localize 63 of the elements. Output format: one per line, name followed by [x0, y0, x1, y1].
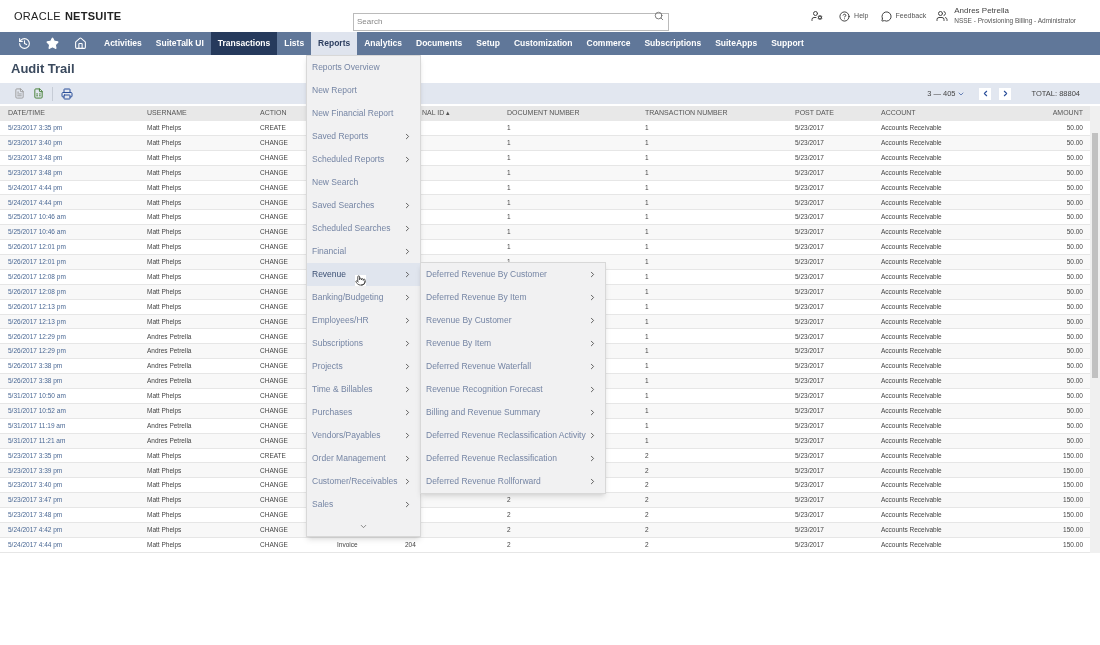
menu-item[interactable]: Deferred Revenue Reclassification [421, 447, 605, 470]
logo[interactable]: ORACLE NETSUITE [14, 7, 353, 25]
nav-tab[interactable]: Analytics [357, 32, 410, 55]
menu-item[interactable]: Deferred Revenue Waterfall [421, 355, 605, 378]
menu-item[interactable]: Deferred Revenue Reclassification Activity [421, 424, 605, 447]
menu-item[interactable]: Revenue By Item [421, 332, 605, 355]
nav-tab[interactable]: Support [764, 32, 811, 55]
user-icon[interactable] [936, 10, 949, 22]
history-icon[interactable] [18, 37, 31, 50]
nav-tab[interactable]: Lists [277, 32, 312, 55]
menu-item[interactable]: Deferred Revenue By Customer [421, 263, 605, 286]
menu-item[interactable]: Billing and Revenue Summary [421, 401, 605, 424]
nav-tab[interactable]: Documents [409, 32, 470, 55]
menu-item[interactable]: Order Management [307, 447, 420, 470]
menu-item[interactable]: New Report [307, 79, 420, 102]
menu-item[interactable]: Employees/HR [307, 309, 420, 332]
menu-item[interactable]: Subscriptions [307, 332, 420, 355]
search-icon[interactable] [654, 11, 664, 21]
menu-item[interactable]: Financial [307, 240, 420, 263]
previous-page-button[interactable] [979, 87, 992, 100]
menu-item[interactable]: Saved Searches [307, 194, 420, 217]
spreadsheet-icon[interactable] [33, 88, 44, 99]
menu-item[interactable]: Time & Billables [307, 378, 420, 401]
help-icon[interactable] [839, 10, 851, 22]
nav-tab[interactable]: Activities [97, 32, 149, 55]
menu-item[interactable]: Revenue Recognition Forecast [421, 378, 605, 401]
nav-tab[interactable]: Customization [506, 32, 580, 55]
menu-item[interactable]: Vendors/Payables [307, 424, 420, 447]
hand-cursor-icon [355, 275, 366, 286]
scrollbar[interactable] [1090, 106, 1100, 553]
menu-item[interactable]: Sales [307, 493, 420, 516]
feedback-icon[interactable] [880, 10, 892, 22]
chevron-left-icon [981, 89, 990, 98]
menu-item[interactable]: Banking/Budgeting [307, 286, 420, 309]
nav-tab[interactable]: Reports [311, 32, 358, 55]
nav-tab[interactable]: SuiteTalk UI [148, 32, 211, 55]
menu-item[interactable]: Revenue [307, 263, 420, 286]
menu-item[interactable]: Scheduled Reports [307, 148, 420, 171]
nav-tab[interactable]: Subscriptions [637, 32, 709, 55]
nav-tab[interactable]: Commerce [579, 32, 638, 55]
search-field[interactable]: Search [353, 12, 669, 31]
menu-item[interactable]: Deferred Revenue Rollforward [421, 470, 605, 493]
page-title: Audit Trail [11, 60, 75, 79]
nav-tab[interactable]: SuiteApps [708, 32, 765, 55]
menu-item[interactable]: Revenue By Customer [421, 309, 605, 332]
home-icon[interactable] [74, 37, 87, 50]
menu-item[interactable]: Customer/Receivables [307, 470, 420, 493]
next-page-button[interactable] [999, 87, 1012, 100]
chevron-right-icon [1001, 89, 1010, 98]
menu-item[interactable]: New Financial Report [307, 102, 420, 125]
menu-item[interactable]: Deferred Revenue By Item [421, 286, 605, 309]
nav-tab[interactable]: Transactions [210, 32, 278, 55]
menu-item[interactable]: Projects [307, 355, 420, 378]
user-switch-icon[interactable] [811, 10, 824, 22]
menu-item[interactable]: New Search [307, 171, 420, 194]
menu-item[interactable]: Reports Overview [307, 56, 420, 79]
menu-item[interactable]: Saved Reports [307, 125, 420, 148]
nav-tab[interactable]: Setup [469, 32, 507, 55]
menu-item[interactable]: Purchases [307, 401, 420, 424]
print-icon[interactable] [61, 87, 73, 100]
user-name: Andres Petrella [954, 6, 1010, 16]
menu-item[interactable]: Scheduled Searches [307, 217, 420, 240]
star-icon[interactable] [46, 37, 59, 50]
